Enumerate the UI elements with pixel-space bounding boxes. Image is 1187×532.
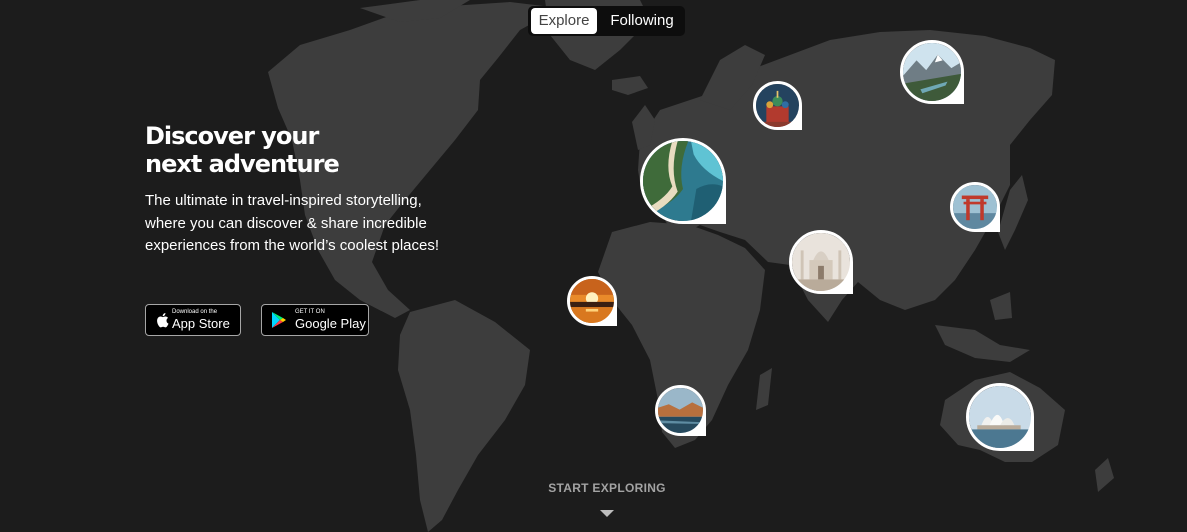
hero-title-line-1: Discover your: [145, 122, 319, 150]
map-pin-mountains[interactable]: [900, 40, 964, 104]
app-store-label: App Store: [172, 316, 230, 331]
world-map: [268, 0, 1114, 532]
map-pin-sydney[interactable]: [966, 383, 1034, 451]
hero-title-line-2: next adventure: [145, 150, 340, 178]
taj-mahal-photo: [789, 230, 853, 294]
map-pin-moscow[interactable]: [753, 81, 802, 130]
start-exploring-link[interactable]: START EXPLORING: [540, 481, 674, 495]
app-store-button[interactable]: Download on the App Store: [145, 304, 241, 336]
feed-toggle: Explore Following: [528, 6, 685, 36]
cathedral-photo: [753, 81, 802, 130]
hero-description: The ultimate in travel-inspired storytel…: [145, 192, 440, 254]
hero-title: Discover your next adventure: [145, 122, 445, 178]
mountain-lake-photo: [900, 40, 964, 104]
chevron-down-icon[interactable]: [600, 510, 614, 517]
map-pin-coast[interactable]: [640, 138, 726, 224]
sunset-photo: [567, 276, 617, 326]
hero: Discover your next adventure The ultimat…: [145, 122, 445, 258]
map-pin-africa-sunset[interactable]: [567, 276, 617, 326]
coastal-cliffs-photo: [655, 385, 706, 436]
aerial-coast-photo: [640, 138, 726, 224]
map-pin-japan[interactable]: [950, 182, 1000, 232]
tab-following[interactable]: Following: [602, 8, 682, 34]
torii-gate-photo: [950, 182, 1000, 232]
apple-icon: [153, 310, 173, 330]
google-play-small-label: GET IT ON: [295, 309, 325, 315]
opera-house-photo: [966, 383, 1034, 451]
google-play-label: Google Play: [295, 316, 366, 331]
google-play-icon: [269, 310, 289, 330]
app-store-small-label: Download on the: [172, 309, 218, 315]
google-play-button[interactable]: GET IT ON Google Play: [261, 304, 369, 336]
map-pin-india[interactable]: [789, 230, 853, 294]
map-pin-south-africa[interactable]: [655, 385, 706, 436]
tab-explore[interactable]: Explore: [531, 8, 597, 34]
